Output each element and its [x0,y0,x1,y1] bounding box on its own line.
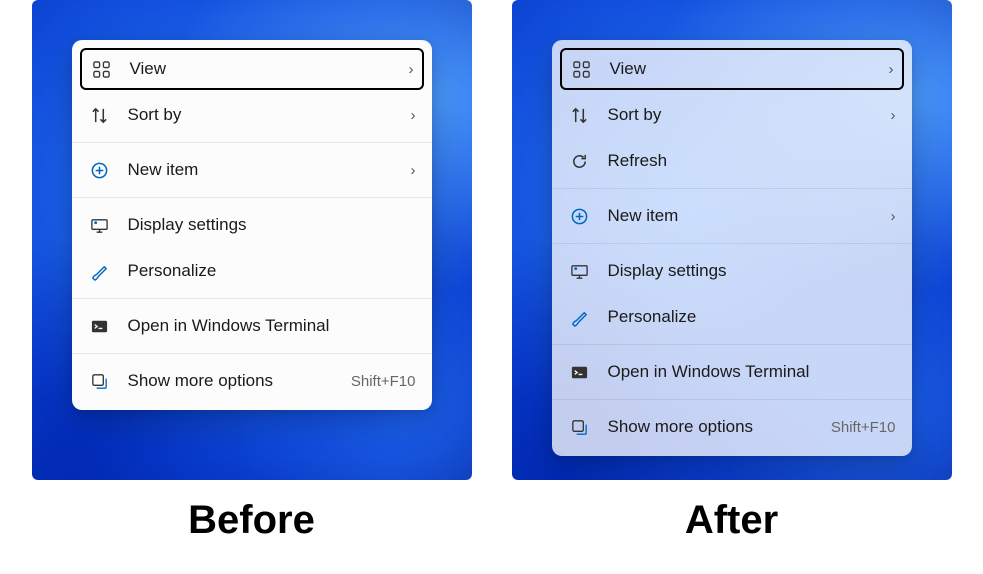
separator [72,197,432,198]
desktop-wallpaper: View›Sort by›RefreshNew item›Display set… [512,0,952,480]
menu-item-label: Show more options [128,371,351,391]
menu-item-label: Open in Windows Terminal [128,316,416,336]
display-icon [88,213,112,237]
more-icon [568,415,592,439]
menu-item-label: Display settings [608,261,896,281]
sort-icon [568,103,592,127]
new-icon [568,204,592,228]
menu-item-label: Sort by [608,105,891,125]
more-icon [88,369,112,393]
menu-item-show-more[interactable]: Show more optionsShift+F10 [552,404,912,450]
new-icon [88,158,112,182]
menu-item-new-item[interactable]: New item› [72,147,432,193]
context-menu-after: View›Sort by›RefreshNew item›Display set… [552,40,912,456]
sort-icon [88,103,112,127]
separator [552,399,912,400]
after-panel: View›Sort by›RefreshNew item›Display set… [512,0,952,543]
caption-after: After [685,498,778,543]
menu-item-display-settings[interactable]: Display settings [72,202,432,248]
before-panel: View›Sort by›New item›Display settingsPe… [32,0,472,543]
view-icon [570,57,594,81]
menu-item-label: Display settings [128,215,416,235]
menu-item-new-item[interactable]: New item› [552,193,912,239]
menu-item-sort-by[interactable]: Sort by› [552,92,912,138]
separator [72,353,432,354]
menu-item-label: Open in Windows Terminal [608,362,896,382]
separator [72,298,432,299]
separator [552,188,912,189]
menu-item-label: View [610,59,889,79]
menu-item-label: Sort by [128,105,411,125]
menu-item-view[interactable]: View› [560,48,904,90]
brush-icon [568,305,592,329]
brush-icon [88,259,112,283]
menu-item-label: Show more options [608,417,831,437]
menu-item-label: Personalize [128,261,416,281]
caption-before: Before [188,498,315,543]
separator [552,344,912,345]
chevron-right-icon: › [411,107,416,124]
menu-item-label: View [130,59,409,79]
display-icon [568,259,592,283]
menu-item-open-terminal[interactable]: Open in Windows Terminal [552,349,912,395]
separator [552,243,912,244]
menu-item-label: Personalize [608,307,896,327]
menu-item-refresh[interactable]: Refresh [552,138,912,184]
separator [72,142,432,143]
chevron-right-icon: › [891,208,896,225]
terminal-icon [568,360,592,384]
shortcut-label: Shift+F10 [351,373,416,390]
menu-item-show-more[interactable]: Show more optionsShift+F10 [72,358,432,404]
chevron-right-icon: › [409,61,414,78]
desktop-wallpaper: View›Sort by›New item›Display settingsPe… [32,0,472,480]
chevron-right-icon: › [891,107,896,124]
menu-item-display-settings[interactable]: Display settings [552,248,912,294]
menu-item-label: New item [608,206,891,226]
view-icon [90,57,114,81]
refresh-icon [568,149,592,173]
menu-item-label: New item [128,160,411,180]
menu-item-personalize[interactable]: Personalize [552,294,912,340]
menu-item-personalize[interactable]: Personalize [72,248,432,294]
menu-item-open-terminal[interactable]: Open in Windows Terminal [72,303,432,349]
menu-item-view[interactable]: View› [80,48,424,90]
shortcut-label: Shift+F10 [831,419,896,436]
terminal-icon [88,314,112,338]
chevron-right-icon: › [411,162,416,179]
chevron-right-icon: › [889,61,894,78]
menu-item-sort-by[interactable]: Sort by› [72,92,432,138]
menu-item-label: Refresh [608,151,896,171]
context-menu-before: View›Sort by›New item›Display settingsPe… [72,40,432,410]
